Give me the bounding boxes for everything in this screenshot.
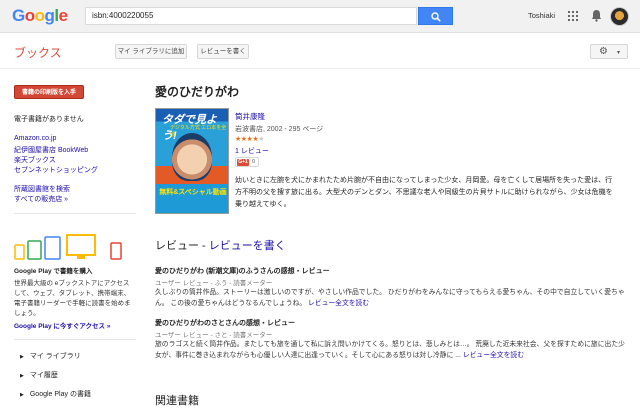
review-meta: ユーザー レビュー - ふう - 読書メーター [155, 280, 273, 287]
review-count-link[interactable]: 1 レビュー [235, 146, 269, 156]
user-name[interactable]: Toshiaki [528, 11, 555, 20]
search-button[interactable] [418, 7, 453, 25]
reviews-heading: レビュー - レビューを書く [155, 240, 286, 252]
apps-grid-icon[interactable] [568, 11, 578, 21]
bullet-icon: ▶ [20, 373, 24, 379]
nav-my-history[interactable]: ▶ マイ履歴 [20, 370, 58, 380]
play-heading: Google Play で書籍を購入 [14, 268, 93, 275]
book-description: 幼いときに左腕を犬にかまれたため片腕が不自由になってしまった少女、月岡愛。母を亡… [235, 177, 613, 208]
read-full-review-link[interactable]: レビュー全文を読む [308, 300, 369, 307]
bullet-icon: ▶ [20, 354, 24, 360]
notification-bell-icon[interactable] [591, 9, 602, 22]
top-bar: Google isbn:4000220055 Toshiaki [0, 0, 640, 33]
google-logo[interactable]: Google [12, 6, 68, 26]
review-body: 旅のラゴスと続く筒井作品。またしても旅を通して私に訴え問いかけてくる。怒りとは、… [155, 341, 625, 359]
author-link[interactable]: 筒井康隆 [235, 111, 265, 122]
publisher-info: 岩波書店, 2002 - 295 ページ [235, 126, 324, 133]
store-link-kinokuniya[interactable]: 紀伊國屋書店 BookWeb [14, 145, 88, 155]
search-icon [431, 12, 441, 22]
review-meta: ユーザー レビュー - さと - 読書メーター [155, 332, 273, 339]
write-review-button[interactable]: レビューを書く [197, 44, 249, 59]
divider [14, 339, 136, 340]
books-toolbar: ブックス マイ ライブラリに追加 レビューを書く ⚙ ▾ [0, 33, 640, 69]
library-search-link[interactable]: 所蔵図書館を検索 [14, 184, 70, 194]
gplus-icon: G+1 [237, 159, 249, 166]
related-books-heading: 関連書籍 [155, 395, 199, 407]
gplus-button[interactable]: G+1 0 [235, 157, 259, 167]
get-print-book-button[interactable]: 書籍の印刷版を入手 [14, 85, 84, 99]
write-review-link[interactable]: レビューを書く [209, 240, 286, 252]
store-link-rakuten[interactable]: 楽天ブックス [14, 155, 56, 165]
books-title[interactable]: ブックス [14, 44, 62, 61]
search-input[interactable]: isbn:4000220055 [85, 7, 417, 25]
review-body: 久しぶりの筒井作品。ストーリーは激しいのですが、やさしい作品でした。 ひだりがわ… [155, 289, 625, 307]
read-full-review-link[interactable]: レビュー全文を読む [463, 352, 524, 359]
star-rating[interactable]: ★★★★★ [235, 135, 264, 143]
chevron-down-icon: ▾ [617, 50, 621, 56]
review-title: 愛のひだりがわ (新潮文庫)のふうさんの感想・レビュー [155, 268, 330, 275]
bullet-icon: ▶ [20, 392, 24, 398]
play-description: 世界最大級の eブックストアにアクセスして、ウェブ、タブレット、携帯端末、電子書… [14, 280, 131, 317]
add-to-library-button[interactable]: マイ ライブラリに追加 [115, 44, 187, 59]
no-ebook-text: 電子書籍がありません [14, 116, 84, 123]
divider [14, 213, 136, 214]
gear-icon: ⚙ [599, 46, 608, 57]
nav-my-library[interactable]: ▶ マイ ライブラリ [20, 351, 81, 361]
play-link[interactable]: Google Play に今すぐアクセス » [14, 320, 110, 330]
store-link-amazon[interactable]: Amazon.co.jp [14, 135, 56, 142]
gplus-count: 0 [252, 159, 256, 165]
nav-play-books[interactable]: ▶ Google Play の書籍 [20, 389, 91, 399]
all-sellers-link[interactable]: すべての販売店 » [14, 194, 68, 204]
store-link-7net[interactable]: セブンネットショッピング [14, 165, 98, 175]
book-title: 愛のひだりがわ [155, 85, 240, 99]
review-title: 愛のひだりがわのさとさんの感想・レビュー [155, 320, 295, 327]
book-cover[interactable]: タダで見よう! デジタル方式 エロ本を全部 無料&スペシャル動画 [155, 108, 229, 214]
avatar[interactable] [610, 7, 629, 26]
settings-button[interactable]: ⚙ ▾ [590, 44, 628, 59]
devices-illustration-icon [14, 234, 122, 260]
